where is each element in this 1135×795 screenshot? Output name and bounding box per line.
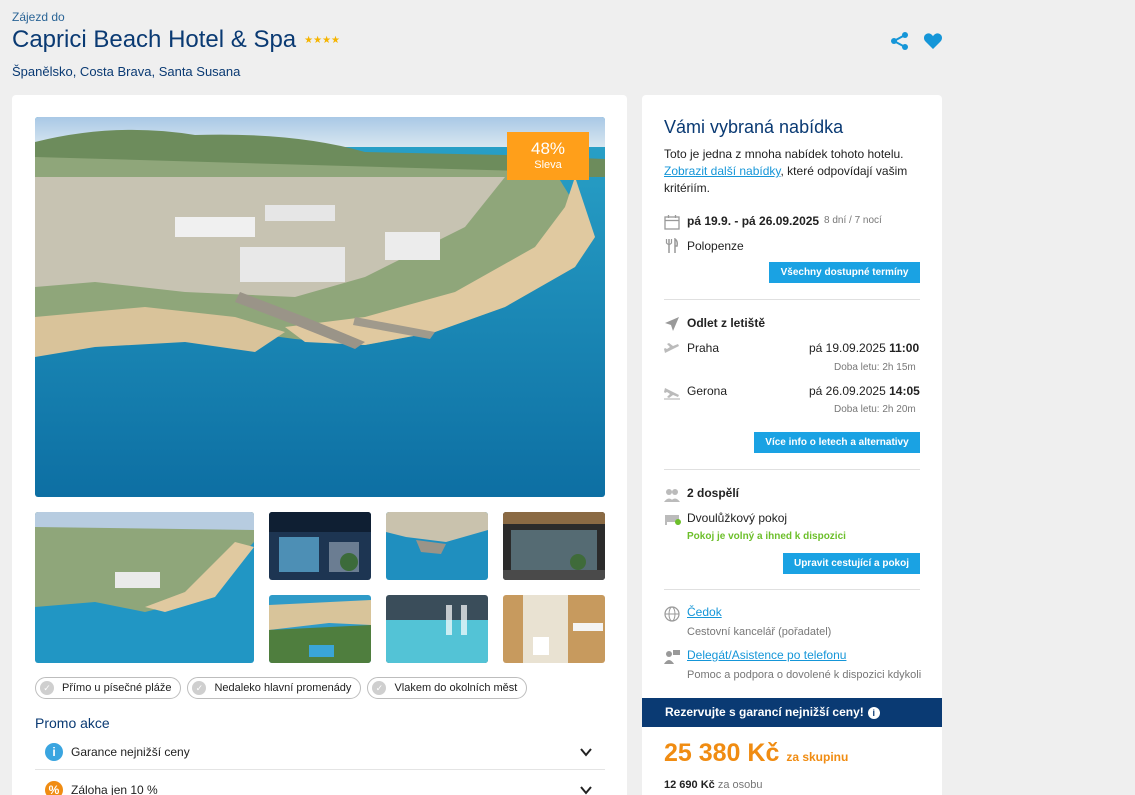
price-guarantee-bar[interactable]: Rezervujte s garancí nejnižší ceny! i xyxy=(642,698,942,727)
delegate-link[interactable]: Delegát/Asistence po telefonu xyxy=(687,648,846,662)
room-type: Dvoulůžkový pokoj xyxy=(687,511,788,525)
feature-tag-label: Nedaleko hlavní promenády xyxy=(214,682,352,694)
divider xyxy=(664,299,920,300)
thumbnail-aerial[interactable] xyxy=(35,512,254,663)
check-icon: ✓ xyxy=(192,681,207,695)
feature-tag-label: Vlakem do okolních měst xyxy=(394,682,518,694)
plane-icon xyxy=(665,317,679,331)
return-airport: Gerona xyxy=(687,384,728,398)
return-flight-duration: Doba letu: 2h 20m xyxy=(834,404,916,415)
takeoff-icon xyxy=(664,343,679,353)
outbound-flight-duration: Doba letu: 2h 15m xyxy=(834,362,916,373)
discount-label: Sleva xyxy=(534,159,562,171)
offer-intro-text: Toto je jedna z mnoha nabídek tohoto hot… xyxy=(664,147,904,161)
discount-badge: 48% Sleva xyxy=(507,132,589,180)
price-suffix: za skupinu xyxy=(786,750,849,764)
promo-item-label: Garance nejnižší ceny xyxy=(71,744,190,759)
globe-icon xyxy=(664,606,680,622)
star-rating: ★★★★ xyxy=(304,34,341,46)
gallery-panel: 48% Sleva ✓ Přímo u písečné pláže ✓ Neda… xyxy=(12,95,627,795)
feature-tag: ✓ Přímo u písečné pláže xyxy=(35,677,182,699)
promo-section-title: Promo akce xyxy=(35,715,110,731)
promo-item-guarantee[interactable]: i Garance nejnižší ceny xyxy=(35,734,605,770)
return-time: 14:05 xyxy=(889,384,920,398)
per-person-value: 12 690 Kč xyxy=(664,779,715,791)
return-datetime: pá 26.09.2025 14:05 xyxy=(809,384,920,398)
heart-icon[interactable] xyxy=(923,31,943,51)
outbound-datetime: pá 19.09.2025 11:00 xyxy=(809,341,919,355)
outbound-airport: Praha xyxy=(687,341,720,355)
thumbnail-coast[interactable] xyxy=(386,512,488,580)
percent-icon: % xyxy=(45,780,63,795)
price-value: 25 380 Kč xyxy=(664,739,780,767)
calendar-icon xyxy=(664,215,680,230)
flights-info-button[interactable]: Více info o letech a alternativy xyxy=(754,432,920,453)
title-row: Caprici Beach Hotel & Spa ★★★★ xyxy=(12,26,340,54)
promo-item-label: Záloha jen 10 % xyxy=(71,782,158,795)
divider xyxy=(664,469,920,470)
divider xyxy=(664,589,920,590)
return-date: pá 26.09.2025 xyxy=(809,384,886,398)
more-offers-link[interactable]: Zobrazit další nabídky xyxy=(664,164,781,178)
breadcrumb[interactable]: Zájezd do xyxy=(12,10,65,24)
board-type: Polopenze xyxy=(687,239,744,253)
offer-panel: Vámi vybraná nabídka Toto je jedna z mno… xyxy=(642,95,942,795)
page-title: Caprici Beach Hotel & Spa xyxy=(12,26,297,53)
thumbnail-spa-pool[interactable] xyxy=(386,595,488,663)
per-person-label: za osobu xyxy=(717,779,763,791)
offer-title: Vámi vybraná nabídka xyxy=(664,117,844,137)
travelers-count: 2 dospělí xyxy=(687,486,740,500)
hotel-location[interactable]: Španělsko, Costa Brava, Santa Susana xyxy=(12,64,240,79)
info-icon[interactable]: i xyxy=(867,707,880,719)
outbound-time: 11:00 xyxy=(889,341,920,355)
all-dates-button[interactable]: Všechny dostupné termíny xyxy=(769,262,920,283)
thumbnail-lobby[interactable] xyxy=(503,512,605,580)
share-icon[interactable] xyxy=(890,31,910,51)
thumbnail-bathroom[interactable] xyxy=(503,595,605,663)
feature-tag: ✓ Nedaleko hlavní promenády xyxy=(187,677,362,699)
departure-label: Odlet z letiště xyxy=(687,316,766,330)
chevron-down-icon[interactable] xyxy=(579,745,593,759)
available-dot-icon xyxy=(675,519,681,525)
landing-icon xyxy=(664,388,680,400)
room-availability: Pokoj je volný a ihned k dispozici xyxy=(687,531,846,542)
feature-tag-label: Přímo u písečné pláže xyxy=(62,682,172,694)
discount-value: 48% xyxy=(530,139,566,158)
chevron-down-icon[interactable] xyxy=(579,783,593,795)
edit-travelers-button[interactable]: Upravit cestující a pokoj xyxy=(783,553,920,574)
check-icon: ✓ xyxy=(372,681,387,695)
total-price: 25 380 Kč za skupinu xyxy=(664,739,848,768)
promo-item-deposit[interactable]: % Záloha jen 10 % xyxy=(35,772,605,795)
per-person-price: 12 690 Kč za osobu xyxy=(664,779,762,791)
thumbnail-hotel-entrance[interactable] xyxy=(269,512,371,580)
outbound-date: pá 19.09.2025 xyxy=(809,341,886,355)
feature-tags: ✓ Přímo u písečné pláže ✓ Nedaleko hlavn… xyxy=(35,677,528,699)
trip-dates: pá 19.9. - pá 26.09.2025 xyxy=(687,214,820,228)
feature-tag: ✓ Vlakem do okolních měst xyxy=(367,677,528,699)
check-icon: ✓ xyxy=(40,681,54,695)
thumbnail-beach-promenade[interactable] xyxy=(269,595,371,663)
organizer-link[interactable]: Čedok xyxy=(687,605,722,619)
hero-image[interactable]: 48% Sleva xyxy=(35,117,605,497)
guarantee-text: Rezervujte s garancí nejnižší ceny! xyxy=(665,705,864,719)
trip-duration: 8 dní / 7 nocí xyxy=(824,215,882,226)
travelers-icon xyxy=(664,489,680,502)
support-icon xyxy=(664,650,680,664)
cutlery-icon xyxy=(665,238,678,253)
offer-intro: Toto je jedna z mnoha nabídek tohoto hot… xyxy=(664,146,924,197)
delegate-description: Pomoc a podpora o dovolené k dispozici k… xyxy=(687,669,922,681)
organizer-description: Cestovní kancelář (pořadatel) xyxy=(687,626,832,638)
info-icon: i xyxy=(45,742,63,761)
